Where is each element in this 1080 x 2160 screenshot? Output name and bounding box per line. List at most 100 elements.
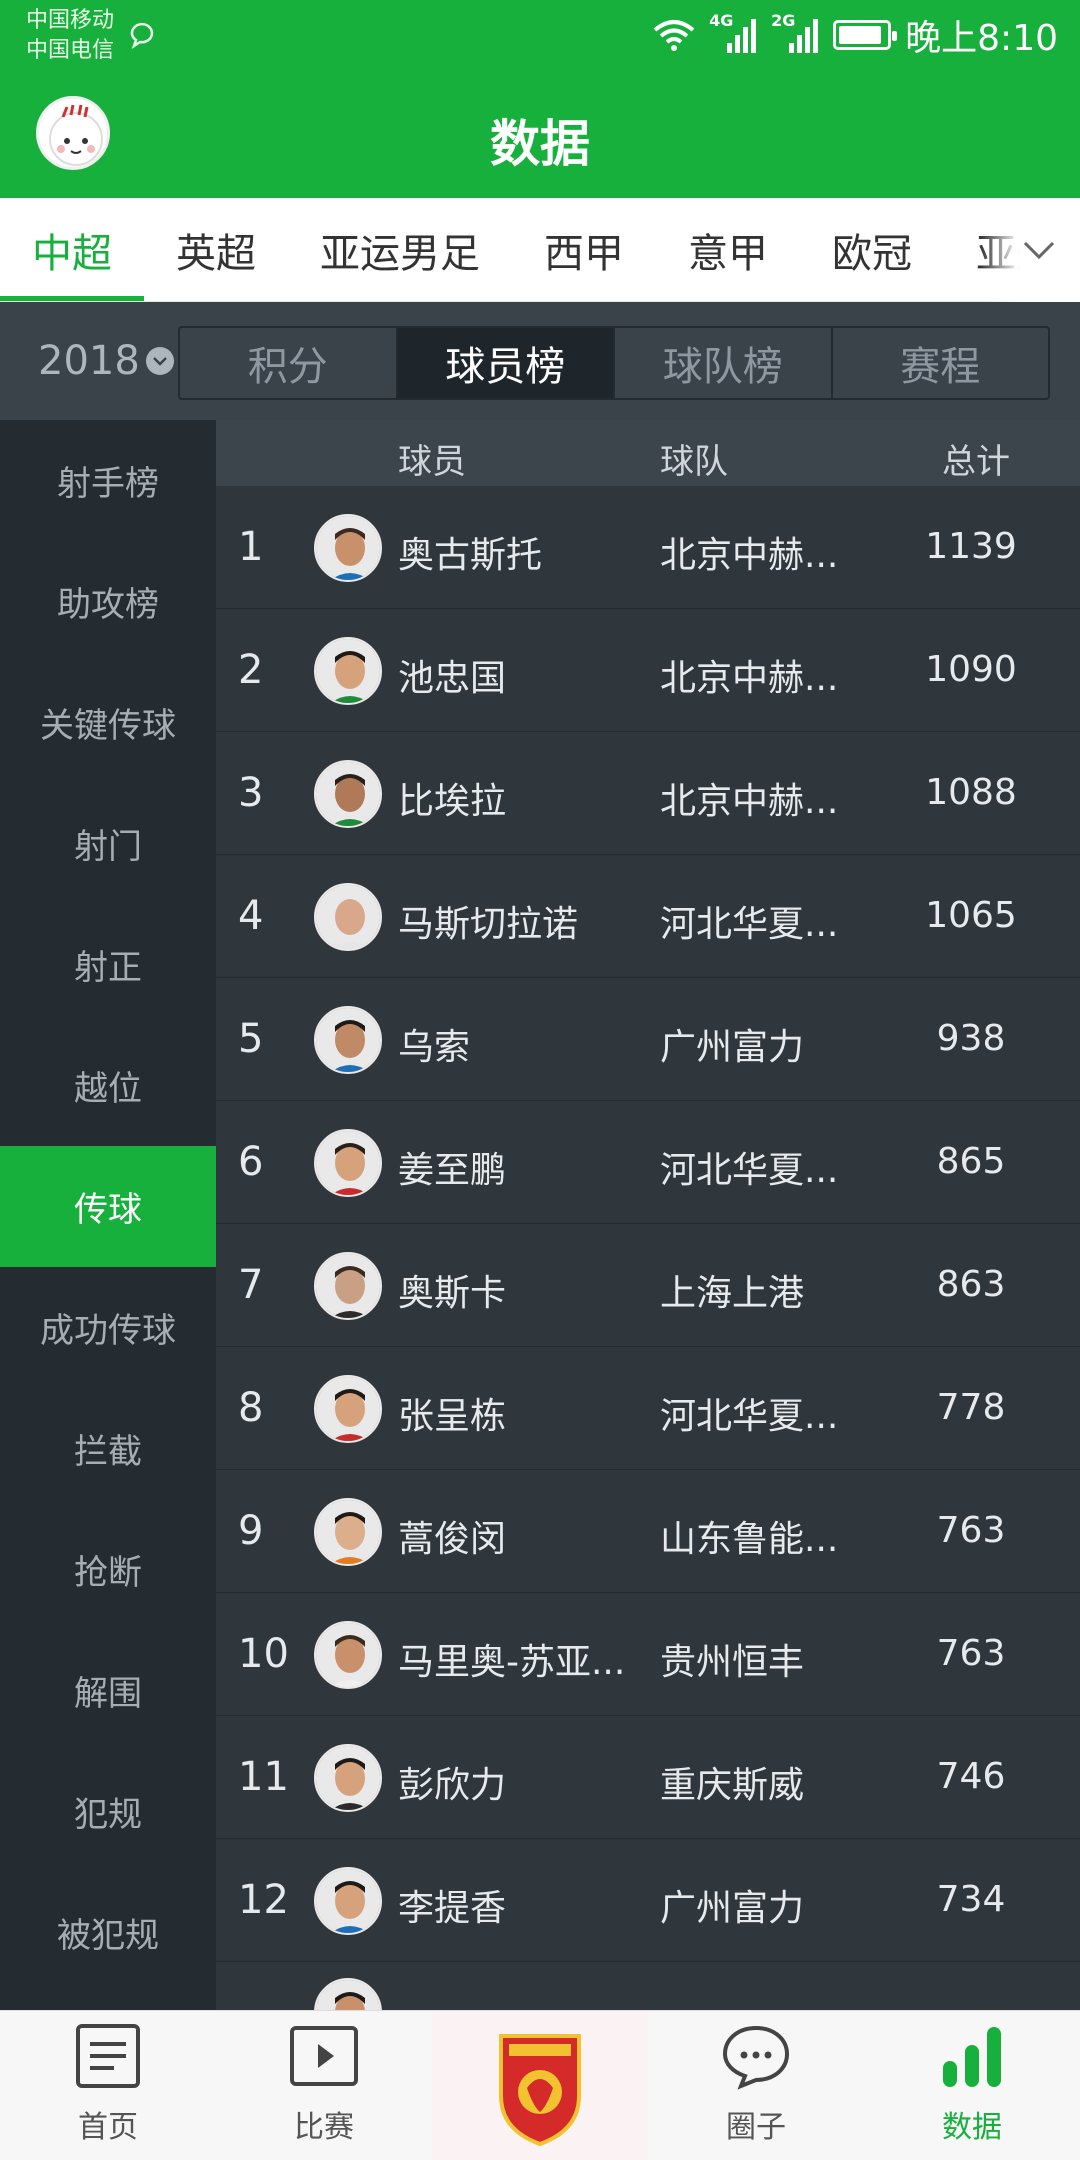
sidebar-item-shots-on-target[interactable]: 射正 [0, 904, 216, 1025]
view-switch: 积分 球员榜 球队榜 赛程 [178, 326, 1050, 400]
row-player-name: 比埃拉 [398, 781, 507, 822]
table-row[interactable]: 3 比埃拉 北京中赫... 1088 [216, 732, 1080, 855]
nav-match-label: 比赛 [294, 2110, 354, 2145]
row-rank: 6 [238, 1139, 264, 1185]
tab-schedule[interactable]: 赛程 [833, 328, 1049, 398]
row-player-name: 池忠国 [398, 658, 507, 699]
sidebar-item-fouls[interactable]: 犯规 [0, 1751, 216, 1872]
sidebar-item-interceptions[interactable]: 拦截 [0, 1388, 216, 1509]
table-row[interactable]: 12 李提香 广州富力 734 [216, 1839, 1080, 1962]
nav-home[interactable]: 首页 [0, 2011, 216, 2160]
net-1-label: 4G [709, 11, 734, 30]
sidebar-item-tackles[interactable]: 抢断 [0, 1509, 216, 1630]
sidebar-item-key-passes[interactable]: 关键传球 [0, 662, 216, 783]
season-label: 2018 [38, 338, 140, 384]
row-team: 上海上港 [660, 1273, 805, 1314]
row-team: 山东鲁能... [660, 1519, 839, 1560]
player-avatar [314, 1621, 382, 1689]
nav-team-logo[interactable] [432, 2011, 648, 2160]
league-tab-epl[interactable]: 英超 [144, 198, 288, 301]
row-team: 北京中赫... [660, 781, 839, 822]
sidebar-item-shots[interactable]: 射门 [0, 783, 216, 904]
table-row[interactable]: 9 蒿俊闵 山东鲁能... 763 [216, 1470, 1080, 1593]
row-total: 1090 [925, 649, 1017, 690]
chat-bubble-icon [716, 2016, 796, 2096]
table-row[interactable]: 8 张呈栋 河北华夏... 778 [216, 1347, 1080, 1470]
row-total: 938 [936, 1018, 1006, 1059]
nav-match[interactable]: 比赛 [216, 2011, 432, 2160]
sidebar-item-offsides[interactable]: 越位 [0, 1025, 216, 1146]
player-avatar [314, 760, 382, 828]
row-team: 广州富力 [660, 1027, 805, 1068]
table-row[interactable]: 10 马里奥-苏亚... 贵州恒丰 763 [216, 1593, 1080, 1716]
row-total: 1139 [925, 526, 1017, 567]
table-row[interactable]: 11 彭欣力 重庆斯威 746 [216, 1716, 1080, 1839]
league-tab-seriea[interactable]: 意甲 [656, 198, 800, 301]
status-time: 晚上8:10 [905, 18, 1058, 59]
player-avatar [314, 514, 382, 582]
row-player-name: 奥古斯托 [398, 535, 543, 576]
row-player-name: 张呈栋 [398, 1396, 507, 1437]
league-tab-asian-games[interactable]: 亚运男足 [288, 198, 512, 301]
nav-circle-label: 圈子 [726, 2110, 786, 2145]
document-icon [68, 2016, 148, 2096]
row-team: 重庆斯威 [660, 1765, 805, 1806]
player-avatar [314, 1498, 382, 1566]
row-team: 河北华夏... [660, 1150, 839, 1191]
sidebar-item-goals[interactable]: 射手榜 [0, 420, 216, 541]
table-row[interactable]: 2 池忠国 北京中赫... 1090 [216, 609, 1080, 732]
league-tab-ucl[interactable]: 欧冠 [800, 198, 944, 301]
table-row[interactable]: 5 乌索 广州富力 938 [216, 978, 1080, 1101]
column-header-team: 球队 [660, 442, 728, 482]
sidebar-item-successful-passes[interactable]: 成功传球 [0, 1267, 216, 1388]
row-player-name: 马斯切拉诺 [398, 904, 579, 945]
league-tab-csl[interactable]: 中超 [0, 198, 144, 301]
league-tabs: 中超 英超 亚运男足 西甲 意甲 欧冠 亚冠 [0, 198, 1080, 302]
nav-circle[interactable]: 圈子 [648, 2011, 864, 2160]
row-rank: 4 [238, 893, 264, 939]
sidebar-item-clearances[interactable]: 解围 [0, 1630, 216, 1751]
row-rank: 12 [238, 1877, 289, 1923]
hd-call-icon [130, 22, 154, 50]
stat-sidebar: 射手榜 助攻榜 关键传球 射门 射正 越位 传球 成功传球 拦截 抢断 解围 犯… [0, 420, 216, 2010]
table-row[interactable]: 7 奥斯卡 上海上港 863 [216, 1224, 1080, 1347]
row-rank: 1 [238, 524, 264, 570]
row-rank: 7 [238, 1262, 264, 1308]
row-team: 贵州恒丰 [660, 1642, 805, 1683]
season-select[interactable]: 2018 [38, 338, 174, 384]
table-header: 球员 球队 总计 [216, 420, 1080, 486]
league-more-button[interactable] [980, 198, 1080, 302]
nav-data-label: 数据 [942, 2110, 1002, 2145]
row-total: 746 [936, 1756, 1006, 1797]
row-total: 763 [936, 1633, 1006, 1674]
controls-bar: 2018 积分 球员榜 球队榜 赛程 [0, 302, 1080, 420]
carrier-info: 中国移动 中国电信 [26, 6, 114, 66]
sidebar-item-assists[interactable]: 助攻榜 [0, 541, 216, 662]
signal-2g-icon: 2G [771, 11, 819, 55]
row-player-name: 李提香 [398, 1888, 507, 1929]
column-header-player: 球员 [398, 442, 466, 482]
sidebar-item-passes[interactable]: 传球 [0, 1146, 216, 1267]
row-total: 778 [936, 1387, 1006, 1428]
league-tab-laliga[interactable]: 西甲 [512, 198, 656, 301]
row-rank: 5 [238, 1016, 264, 1062]
carrier-2: 中国电信 [26, 38, 115, 63]
table-row[interactable]: 6 姜至鹏 河北华夏... 865 [216, 1101, 1080, 1224]
table-row[interactable]: 1 奥古斯托 北京中赫... 1139 [216, 486, 1080, 609]
nav-home-label: 首页 [78, 2110, 138, 2145]
player-avatar [314, 637, 382, 705]
tab-standings[interactable]: 积分 [180, 328, 398, 398]
row-player-name: 蒿俊闵 [398, 1519, 507, 1560]
row-rank: 8 [238, 1385, 264, 1431]
tab-player-rankings[interactable]: 球员榜 [397, 328, 615, 398]
row-rank: 10 [238, 1631, 289, 1677]
carrier-1: 中国移动 [26, 8, 115, 33]
table-row-partial[interactable] [216, 1962, 1080, 2010]
player-avatar [314, 1252, 382, 1320]
sidebar-item-fouled[interactable]: 被犯规 [0, 1872, 216, 1993]
row-player-name: 彭欣力 [398, 1765, 507, 1806]
row-team: 广州富力 [660, 1888, 805, 1929]
nav-data[interactable]: 数据 [864, 2011, 1080, 2160]
table-row[interactable]: 4 马斯切拉诺 河北华夏... 1065 [216, 855, 1080, 978]
tab-team-rankings[interactable]: 球队榜 [615, 328, 833, 398]
